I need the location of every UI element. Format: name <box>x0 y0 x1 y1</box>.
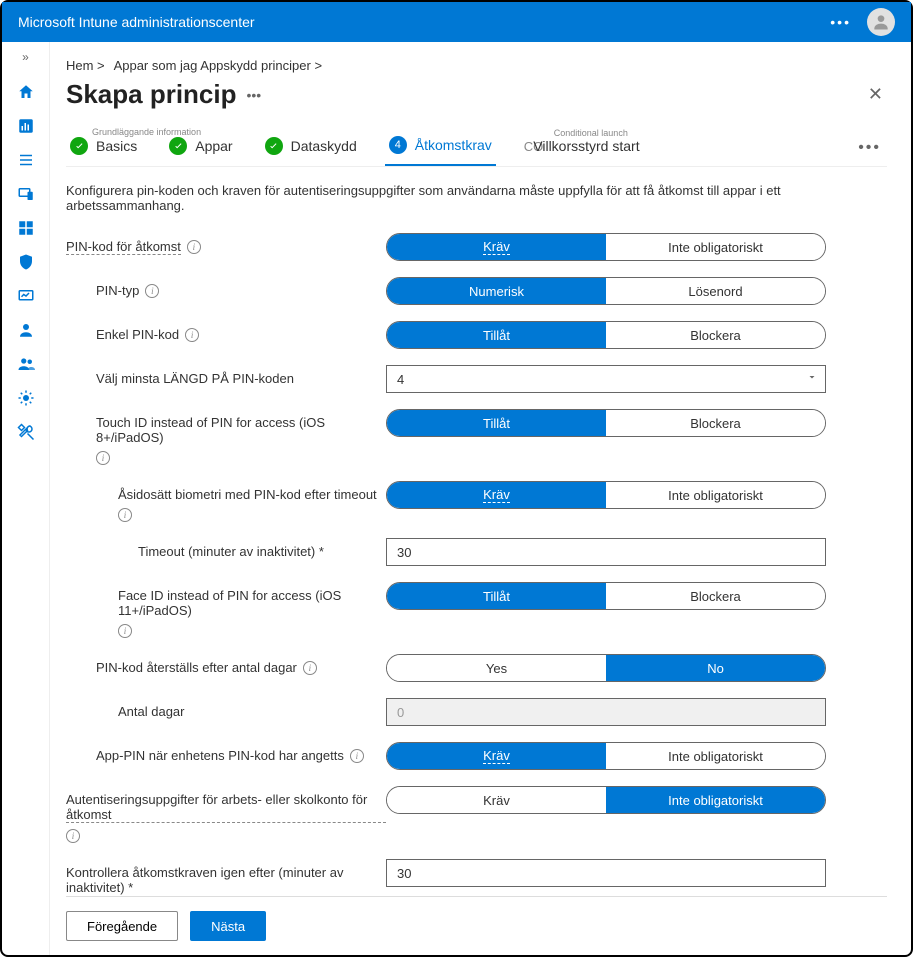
dashboard-icon[interactable] <box>16 116 36 136</box>
option-require[interactable]: Kräv <box>387 787 606 813</box>
info-icon[interactable]: i <box>118 624 132 638</box>
wizard-tabs: Grundläggande information Basics Appar D… <box>66 130 887 167</box>
close-icon[interactable]: ✕ <box>864 80 887 109</box>
label-work-credentials: Autentiseringsuppgifter för arbets- elle… <box>66 786 386 843</box>
option-block[interactable]: Blockera <box>606 410 825 436</box>
breadcrumb-apps[interactable]: Appar som jag Appskydd principer > <box>114 58 322 73</box>
option-numeric[interactable]: Numerisk <box>387 278 606 304</box>
toggle-pin-reset[interactable]: Yes No <box>386 654 826 682</box>
check-icon <box>265 137 283 155</box>
devices-icon[interactable] <box>16 184 36 204</box>
sidebar-nav: » <box>2 42 50 955</box>
option-not-required[interactable]: Inte obligatoriskt <box>606 234 825 260</box>
option-passcode[interactable]: Lösenord <box>606 278 825 304</box>
info-icon[interactable]: i <box>96 451 110 465</box>
toggle-app-pin[interactable]: Kräv Inte obligatoriskt <box>386 742 826 770</box>
check-icon <box>169 137 187 155</box>
option-block[interactable]: Blockera <box>606 322 825 348</box>
sidebar-expand-icon[interactable]: » <box>22 50 29 64</box>
list-icon[interactable] <box>16 150 36 170</box>
info-icon[interactable]: i <box>118 508 132 522</box>
title-more-icon[interactable]: ••• <box>247 87 262 103</box>
option-allow[interactable]: Tillåt <box>387 583 606 609</box>
input-recheck[interactable] <box>386 859 826 887</box>
next-button[interactable]: Nästa <box>190 911 266 941</box>
user-avatar[interactable] <box>867 8 895 36</box>
label-pin-type: PIN-typi <box>66 277 386 298</box>
option-no[interactable]: No <box>606 655 825 681</box>
input-timeout[interactable] <box>386 538 826 566</box>
toggle-override-biometric[interactable]: Kräv Inte obligatoriskt <box>386 481 826 509</box>
label-pin-access: PIN-kod för åtkomsti <box>66 233 386 255</box>
toggle-pin-access[interactable]: Kräv Inte obligatoriskt <box>386 233 826 261</box>
toggle-pin-type[interactable]: Numerisk Lösenord <box>386 277 826 305</box>
label-override-biometric: Åsidosätt biometri med PIN-kod efter tim… <box>66 481 386 522</box>
header-more-icon[interactable]: ••• <box>830 14 851 30</box>
option-not-required[interactable]: Inte obligatoriskt <box>606 743 825 769</box>
breadcrumb-home[interactable]: Hem > <box>66 58 105 73</box>
section-description: Konfigurera pin-koden och kraven för aut… <box>66 183 887 213</box>
reports-icon[interactable] <box>16 286 36 306</box>
tabs-more-icon[interactable]: ••• <box>852 139 887 157</box>
label-touch-id: Touch ID instead of PIN for access (iOS … <box>66 409 386 465</box>
input-num-days <box>386 698 826 726</box>
home-icon[interactable] <box>16 82 36 102</box>
tab-apps[interactable]: Appar <box>165 131 236 165</box>
info-icon[interactable]: i <box>187 240 201 254</box>
option-require[interactable]: Kräv <box>387 743 606 769</box>
user-icon[interactable] <box>16 320 36 340</box>
app-header: Microsoft Intune administrationscenter •… <box>2 2 911 42</box>
option-allow[interactable]: Tillåt <box>387 410 606 436</box>
breadcrumb: Hem > Appar som jag Appskydd principer > <box>66 58 887 73</box>
label-num-days: Antal dagar <box>66 698 386 719</box>
tab-access-requirements[interactable]: 4 Åtkomstkrav <box>385 130 496 166</box>
tab-conditional-launch[interactable]: CO Conditional launch Villkorsstyrd star… <box>520 132 644 164</box>
step-number-icon: 4 <box>389 136 407 154</box>
label-recheck: Kontrollera åtkomstkraven igen efter (mi… <box>66 859 386 896</box>
toggle-work-credentials[interactable]: Kräv Inte obligatoriskt <box>386 786 826 814</box>
label-min-length: Välj minsta LÄNGD PÅ PIN-koden <box>66 365 386 386</box>
option-require[interactable]: Kräv <box>387 482 606 508</box>
tab-basics[interactable]: Grundläggande information Basics <box>66 131 141 165</box>
tenant-icon[interactable] <box>16 388 36 408</box>
app-title: Microsoft Intune administrationscenter <box>18 14 255 30</box>
tools-icon[interactable] <box>16 422 36 442</box>
info-icon[interactable]: i <box>185 328 199 342</box>
label-app-pin: App-PIN när enhetens PIN-kod har angetts… <box>66 742 386 763</box>
info-icon[interactable]: i <box>350 749 364 763</box>
label-pin-reset: PIN-kod återställs efter antal dagari <box>66 654 386 675</box>
select-min-length[interactable] <box>386 365 826 393</box>
toggle-simple-pin[interactable]: Tillåt Blockera <box>386 321 826 349</box>
apps-icon[interactable] <box>16 218 36 238</box>
label-face-id: Face ID instead of PIN for access (iOS 1… <box>66 582 386 638</box>
shield-icon[interactable] <box>16 252 36 272</box>
wizard-footer: Föregående Nästa <box>66 896 887 955</box>
option-block[interactable]: Blockera <box>606 583 825 609</box>
groups-icon[interactable] <box>16 354 36 374</box>
info-icon[interactable]: i <box>66 829 80 843</box>
toggle-touch-id[interactable]: Tillåt Blockera <box>386 409 826 437</box>
label-simple-pin: Enkel PIN-kodi <box>66 321 386 342</box>
toggle-face-id[interactable]: Tillåt Blockera <box>386 582 826 610</box>
tab-data-protection[interactable]: Dataskydd <box>261 131 361 165</box>
option-not-required[interactable]: Inte obligatoriskt <box>606 787 825 813</box>
option-yes[interactable]: Yes <box>387 655 606 681</box>
option-allow[interactable]: Tillåt <box>387 322 606 348</box>
page-title: Skapa princip <box>66 79 237 110</box>
info-icon[interactable]: i <box>145 284 159 298</box>
option-require[interactable]: Kräv <box>387 234 606 260</box>
label-timeout: Timeout (minuter av inaktivitet) * <box>66 538 386 559</box>
previous-button[interactable]: Föregående <box>66 911 178 941</box>
option-not-required[interactable]: Inte obligatoriskt <box>606 482 825 508</box>
check-icon <box>70 137 88 155</box>
info-icon[interactable]: i <box>303 661 317 675</box>
